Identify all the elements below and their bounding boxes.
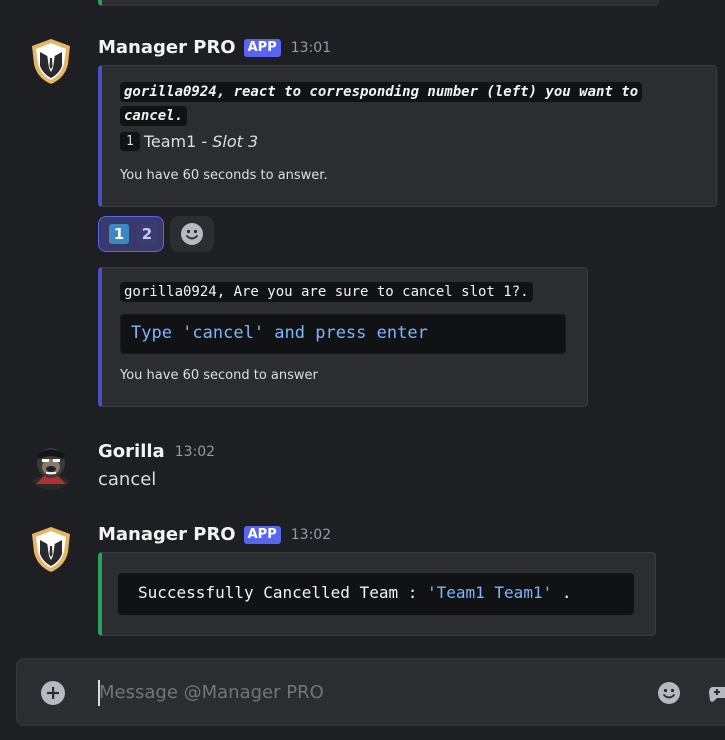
message-header: Manager PRO APP 13:02 xyxy=(98,524,331,545)
add-reaction-button[interactable] xyxy=(170,216,214,252)
app-tag: APP xyxy=(243,38,281,57)
emoji-button[interactable] xyxy=(657,681,681,705)
gamepad-icon xyxy=(709,687,725,702)
plus-icon xyxy=(47,687,59,699)
embed-footer: You have 60 seconds to answer. xyxy=(120,168,328,183)
team-name: Team1 xyxy=(143,132,197,151)
manager-pro-avatar[interactable] xyxy=(26,36,76,86)
app-tag: APP xyxy=(243,525,281,544)
activities-button[interactable] xyxy=(709,681,725,705)
smiley-icon xyxy=(181,223,203,245)
author-name[interactable]: Manager PRO xyxy=(98,524,236,545)
confirm-embed: gorilla0924, Are you are sure to cancel … xyxy=(98,267,588,407)
timestamp: 13:02 xyxy=(290,526,332,543)
previous-embed xyxy=(98,0,659,6)
timestamp: 13:01 xyxy=(290,39,332,56)
gorilla-avatar[interactable] xyxy=(26,440,76,490)
slot-line: 1 Team1 - Slot 3 xyxy=(120,132,258,151)
result-embed: Successfully Cancelled Team : 'Team1 Tea… xyxy=(98,552,656,636)
message-header: Manager PRO APP 13:01 xyxy=(98,37,331,58)
reaction-buttons[interactable]: 1 2 xyxy=(98,216,164,252)
slot-number: 1 xyxy=(120,132,140,151)
keycap-one-icon[interactable]: 1 xyxy=(109,224,129,244)
author-name[interactable]: Gorilla xyxy=(98,441,165,462)
gorilla-icon xyxy=(26,440,76,490)
confirm-prompt: gorilla0924, Are you are sure to cancel … xyxy=(120,282,533,302)
manager-pro-avatar[interactable] xyxy=(26,524,76,574)
author-name[interactable]: Manager PRO xyxy=(98,37,236,58)
shield-icon xyxy=(32,527,70,572)
embed-title: gorilla0924, react to corresponding numb… xyxy=(120,80,710,128)
add-attachment-button[interactable] xyxy=(41,681,65,705)
cancel-embed: gorilla0924, react to corresponding numb… xyxy=(98,65,717,207)
timestamp: 13:02 xyxy=(174,443,216,460)
message-input[interactable] xyxy=(99,677,619,707)
result-code: Successfully Cancelled Team : 'Team1 Tea… xyxy=(118,573,634,615)
shield-icon xyxy=(32,39,70,84)
message-composer xyxy=(16,658,725,726)
smiley-icon xyxy=(658,682,680,704)
embed-footer: You have 60 second to answer xyxy=(120,368,318,383)
code-block: Type 'cancel' and press enter xyxy=(120,314,566,354)
keycap-two-icon[interactable]: 2 xyxy=(137,224,157,244)
slot-label: Slot 3 xyxy=(212,132,259,151)
message-header: Gorilla 13:02 xyxy=(98,441,215,462)
message-content: cancel xyxy=(98,469,157,490)
